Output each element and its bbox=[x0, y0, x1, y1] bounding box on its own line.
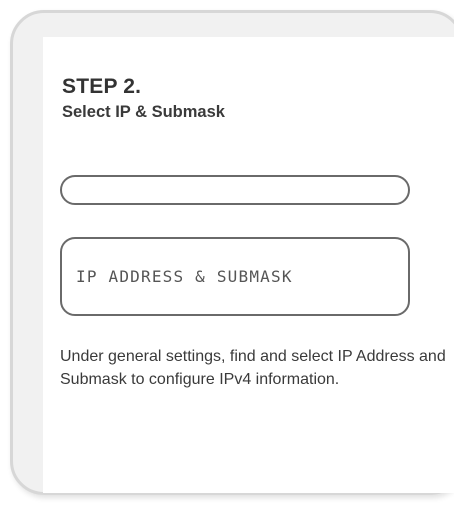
ip-address-submask-label: IP ADDRESS & SUBMASK bbox=[76, 267, 293, 286]
ip-address-submask-option[interactable]: IP ADDRESS & SUBMASK bbox=[60, 237, 410, 316]
step-title: STEP 2. bbox=[62, 75, 142, 98]
blank-input-field[interactable] bbox=[60, 175, 410, 205]
instruction-card: STEP 2. Select IP & Submask IP ADDRESS &… bbox=[43, 37, 454, 493]
step-description: Under general settings, find and select … bbox=[60, 348, 446, 388]
step-subtitle: Select IP & Submask bbox=[62, 103, 225, 121]
